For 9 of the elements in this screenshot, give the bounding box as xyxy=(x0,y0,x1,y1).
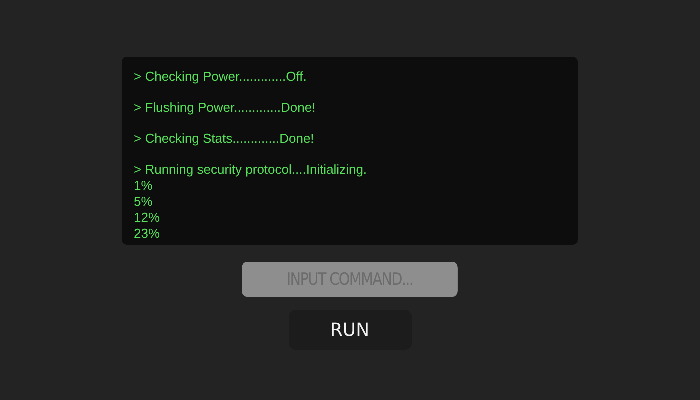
run-button[interactable]: RUN xyxy=(288,310,412,350)
console-line: 12% xyxy=(134,210,162,226)
console-line: > Running security protocol....Initializing. xyxy=(134,162,368,178)
console-line: > Checking Stats.............Done! xyxy=(134,131,316,147)
console-line: > Flushing Power.............Done! xyxy=(134,100,317,116)
console-line: 1% xyxy=(134,178,154,194)
console-line: > Checking Power.............Off. xyxy=(134,69,308,85)
console-line: 23% xyxy=(134,226,162,242)
console-line: 5% xyxy=(134,194,154,210)
